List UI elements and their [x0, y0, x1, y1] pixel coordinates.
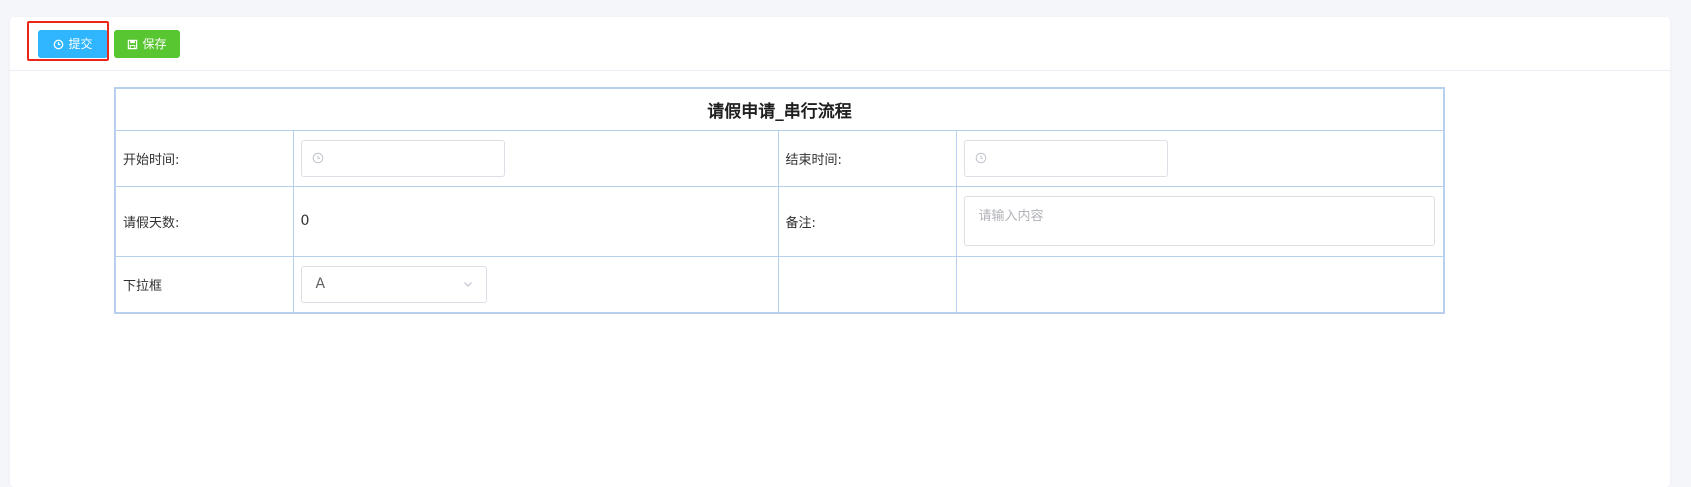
remark-label: 备注: [777, 185, 957, 257]
chevron-down-icon [463, 282, 472, 288]
dropdown-value: A [315, 276, 326, 293]
dropdown-select[interactable]: A [300, 265, 487, 303]
clock-icon [54, 39, 64, 49]
save-button-label: 保存 [142, 37, 167, 51]
days-value: 0 [292, 185, 779, 257]
empty-cell [955, 255, 1445, 314]
submit-button-label: 提交 [68, 37, 93, 51]
clock-icon [312, 152, 323, 164]
remark-placeholder: 请输入内容 [978, 209, 1044, 224]
end-time-picker[interactable] [963, 139, 1168, 177]
clock-icon [975, 152, 986, 164]
dropdown-label: 下拉框 [114, 255, 294, 314]
end-time-label: 结束时间: [777, 129, 957, 187]
remark-textarea[interactable]: 请输入内容 [963, 196, 1435, 246]
toolbar: 提交 保存 [10, 17, 1670, 71]
save-icon [128, 39, 138, 49]
leave-form-table: 请假申请_串行流程 开始时间: 结束时间: 请假天数: 0 备注: 请输入内容 … [114, 87, 1445, 314]
start-time-picker[interactable] [300, 139, 505, 177]
empty-cell [777, 255, 957, 314]
submit-button[interactable]: 提交 [38, 30, 108, 58]
save-button[interactable]: 保存 [114, 30, 180, 58]
start-time-label: 开始时间: [114, 129, 294, 187]
form-title: 请假申请_串行流程 [114, 87, 1445, 131]
days-label: 请假天数: [114, 185, 294, 257]
